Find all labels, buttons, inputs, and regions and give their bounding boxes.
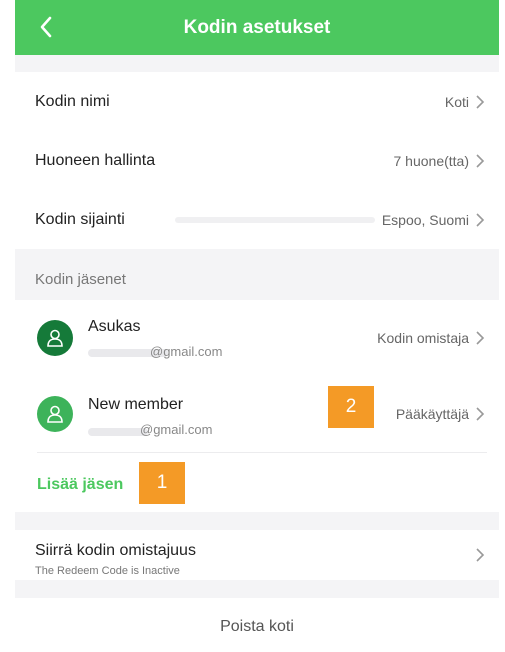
chevron-right-icon <box>476 213 485 227</box>
member-row-new[interactable]: New member @gmail.com Pääkäyttäjä <box>15 376 499 452</box>
chevron-left-icon <box>40 16 52 38</box>
members-section-title: Kodin jäsenet <box>35 271 126 288</box>
delete-home-card: Poista koti <box>15 598 499 652</box>
page-title: Kodin asetukset <box>183 17 331 38</box>
annotation-badge-2: 2 <box>328 386 374 428</box>
room-management-row[interactable]: Huoneen hallinta 7 huone(tta) <box>15 131 499 191</box>
delete-home-button[interactable]: Poista koti <box>15 618 499 636</box>
avatar <box>37 320 73 356</box>
divider <box>37 452 487 453</box>
avatar <box>37 396 73 432</box>
chevron-right-icon <box>476 548 485 562</box>
home-name-value: Koti <box>444 94 469 110</box>
redacted-address <box>175 217 375 223</box>
home-location-value: Espoo, Suomi <box>381 212 469 228</box>
transfer-ownership-card: Siirrä kodin omistajuus The Redeem Code … <box>15 530 499 580</box>
chevron-right-icon <box>476 331 485 345</box>
user-icon <box>47 329 63 347</box>
home-location-row[interactable]: Kodin sijainti Espoo, Suomi <box>15 190 499 250</box>
home-info-card: Kodin nimi Koti Huoneen hallinta 7 huone… <box>15 72 499 249</box>
member-email: @gmail.com <box>150 344 223 359</box>
user-icon <box>47 405 63 423</box>
screen-frame: Kodin asetukset Kodin nimi Koti Huoneen … <box>0 0 505 652</box>
add-member-button[interactable]: Lisää jäsen <box>37 476 123 494</box>
header-bar: Kodin asetukset <box>15 0 499 55</box>
home-location-label: Kodin sijainti <box>35 211 125 228</box>
member-email: @gmail.com <box>140 422 213 437</box>
member-role: Kodin omistaja <box>377 330 469 346</box>
chevron-right-icon <box>476 407 485 421</box>
home-settings-screen: Kodin asetukset Kodin nimi Koti Huoneen … <box>15 0 499 652</box>
room-count-value: 7 huone(tta) <box>393 153 470 169</box>
annotation-badge-1: 1 <box>139 462 185 504</box>
room-management-label: Huoneen hallinta <box>35 152 156 169</box>
member-role: Pääkäyttäjä <box>395 406 469 422</box>
member-name: Asukas <box>88 318 141 335</box>
member-name: New member <box>88 396 184 413</box>
transfer-ownership-row[interactable]: Siirrä kodin omistajuus The Redeem Code … <box>15 530 499 580</box>
transfer-ownership-label: Siirrä kodin omistajuus <box>35 542 196 559</box>
back-button[interactable] <box>29 10 63 44</box>
left-edge <box>0 0 15 652</box>
member-row-owner[interactable]: Asukas @gmail.com Kodin omistaja <box>15 300 499 376</box>
redeem-code-status: The Redeem Code is Inactive <box>35 565 180 577</box>
members-card: Asukas @gmail.com Kodin omistaja New mem… <box>15 300 499 512</box>
home-name-label: Kodin nimi <box>35 93 110 110</box>
chevron-right-icon <box>476 154 485 168</box>
chevron-right-icon <box>476 95 485 109</box>
home-name-row[interactable]: Kodin nimi Koti <box>15 72 499 132</box>
redacted-email <box>88 428 148 436</box>
